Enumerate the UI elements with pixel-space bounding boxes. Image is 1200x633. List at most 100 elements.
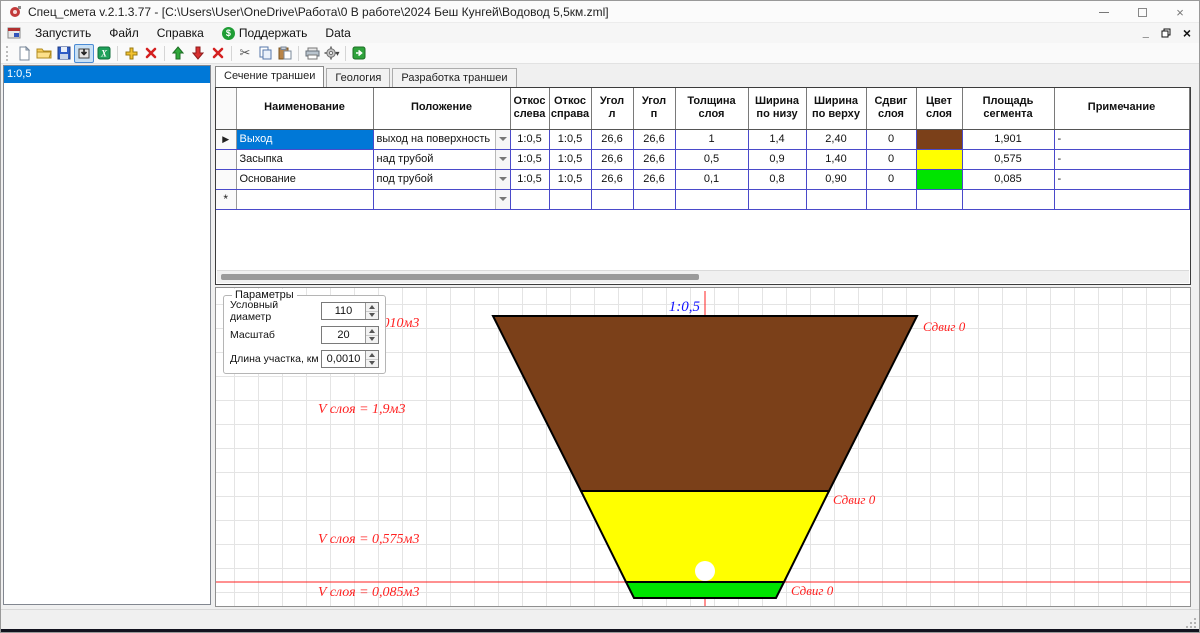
cell-width-bottom[interactable]: 0,8 <box>748 169 806 189</box>
scale-stepper[interactable]: 20 <box>321 326 379 344</box>
cell-width-top[interactable]: 1,40 <box>806 149 866 169</box>
cell-shift[interactable]: 0 <box>866 169 916 189</box>
print-button[interactable] <box>302 44 322 63</box>
cell-thickness[interactable]: 0,5 <box>675 149 748 169</box>
cell-width-top[interactable]: 0,90 <box>806 169 866 189</box>
cell-shift[interactable]: 0 <box>866 129 916 149</box>
cell-slope-right[interactable] <box>549 189 591 209</box>
cell-angle-r[interactable]: 26,6 <box>633 149 675 169</box>
cell-slope-right[interactable]: 1:0,5 <box>549 169 591 189</box>
col-header-thickness[interactable]: Толщина слоя <box>675 88 748 129</box>
scrollbar-thumb[interactable] <box>221 274 699 280</box>
cell-angle-r[interactable]: 26,6 <box>633 169 675 189</box>
move-up-button[interactable] <box>168 44 188 63</box>
cell-angle-l[interactable] <box>591 189 633 209</box>
cell-slope-left[interactable] <box>510 189 549 209</box>
col-header-area[interactable]: Площадь сегмента <box>962 88 1054 129</box>
mdi-close-button[interactable]: × <box>1183 25 1191 41</box>
col-header-position[interactable]: Положение <box>373 88 510 129</box>
cell-area[interactable]: 0,575 <box>962 149 1054 169</box>
col-header-width-bottom[interactable]: Ширина по низу <box>748 88 806 129</box>
cell-slope-right[interactable]: 1:0,5 <box>549 129 591 149</box>
cell-color-swatch[interactable] <box>916 129 962 149</box>
combobox-dropdown-button[interactable] <box>495 190 510 209</box>
tab-section[interactable]: Сечение траншеи <box>215 66 324 87</box>
combobox-dropdown-button[interactable] <box>495 130 510 149</box>
cell-note[interactable]: - <box>1054 129 1189 149</box>
col-header-shift[interactable]: Сдвиг слоя <box>866 88 916 129</box>
col-header-slope-right[interactable]: Откос справа <box>549 88 591 129</box>
resize-grip[interactable] <box>1185 617 1197 629</box>
tab-geology[interactable]: Геология <box>326 68 390 87</box>
cell-slope-left[interactable]: 1:0,5 <box>510 129 549 149</box>
spin-down-button[interactable] <box>366 336 378 344</box>
cell-width-bottom[interactable]: 1,4 <box>748 129 806 149</box>
toolbar-grip[interactable] <box>6 46 11 61</box>
cell-angle-l[interactable]: 26,6 <box>591 169 633 189</box>
menu-help[interactable]: Справка <box>148 24 213 42</box>
combobox-dropdown-button[interactable] <box>495 170 510 189</box>
cell-slope-left[interactable]: 1:0,5 <box>510 169 549 189</box>
length-stepper[interactable]: 0,0010 <box>321 350 379 368</box>
menu-support[interactable]: $ Поддержать <box>213 24 317 42</box>
minimize-button[interactable] <box>1085 1 1123 23</box>
horizontal-scrollbar[interactable] <box>217 270 1189 283</box>
cell-angle-l[interactable]: 26,6 <box>591 129 633 149</box>
cell-position[interactable]: над трубой <box>373 149 510 169</box>
cell-width-bottom[interactable] <box>748 189 806 209</box>
tab-excavation[interactable]: Разработка траншеи <box>392 68 516 87</box>
copy-button[interactable] <box>255 44 275 63</box>
cell-note[interactable]: - <box>1054 149 1189 169</box>
cell-color-swatch[interactable] <box>916 169 962 189</box>
move-down-button[interactable] <box>188 44 208 63</box>
mdi-minimize-button[interactable]: _ <box>1143 27 1149 39</box>
save-button[interactable] <box>54 44 74 63</box>
cell-area[interactable]: 0,085 <box>962 169 1054 189</box>
cell-angle-r[interactable]: 26,6 <box>633 129 675 149</box>
open-button[interactable] <box>34 44 54 63</box>
cell-name[interactable] <box>236 189 373 209</box>
menu-file[interactable]: Файл <box>100 24 148 42</box>
sections-listbox[interactable]: 1:0,5 <box>3 65 211 605</box>
cell-area[interactable]: 1,901 <box>962 129 1054 149</box>
col-header-angle-l[interactable]: Угол л <box>591 88 633 129</box>
cell-position[interactable]: выход на поверхность <box>373 129 510 149</box>
cell-name[interactable]: Выход <box>236 129 373 149</box>
new-document-button[interactable] <box>14 44 34 63</box>
cell-position[interactable] <box>373 189 510 209</box>
col-header-note[interactable]: Примечание <box>1054 88 1189 129</box>
col-header-name[interactable]: Наименование <box>236 88 373 129</box>
combobox-dropdown-button[interactable] <box>495 150 510 169</box>
paste-button[interactable] <box>275 44 295 63</box>
cell-thickness[interactable]: 0,1 <box>675 169 748 189</box>
cell-color-swatch[interactable] <box>916 149 962 169</box>
cell-angle-r[interactable] <box>633 189 675 209</box>
scale-value[interactable]: 20 <box>322 327 365 343</box>
import-db-button[interactable] <box>74 44 94 63</box>
cell-width-bottom[interactable]: 0,9 <box>748 149 806 169</box>
cell-thickness[interactable] <box>675 189 748 209</box>
col-header-angle-r[interactable]: Угол п <box>633 88 675 129</box>
run-button[interactable] <box>349 44 369 63</box>
cell-area[interactable] <box>962 189 1054 209</box>
cell-slope-right[interactable]: 1:0,5 <box>549 149 591 169</box>
cell-note[interactable]: - <box>1054 169 1189 189</box>
cell-angle-l[interactable]: 26,6 <box>591 149 633 169</box>
cell-slope-left[interactable]: 1:0,5 <box>510 149 549 169</box>
cell-name[interactable]: Основание <box>236 169 373 189</box>
cell-note[interactable] <box>1054 189 1189 209</box>
spin-up-button[interactable] <box>366 351 378 360</box>
cell-color-swatch[interactable] <box>916 189 962 209</box>
delete-button[interactable] <box>208 44 228 63</box>
delete-row-button[interactable] <box>141 44 161 63</box>
spin-up-button[interactable] <box>366 327 378 336</box>
settings-button[interactable]: ▾ <box>322 44 342 63</box>
maximize-button[interactable] <box>1123 1 1161 23</box>
excel-export-button[interactable]: X <box>94 44 114 63</box>
col-header-color[interactable]: Цвет слоя <box>916 88 962 129</box>
spin-down-button[interactable] <box>366 312 378 320</box>
col-header-slope-left[interactable]: Откос слева <box>510 88 549 129</box>
cut-button[interactable]: ✂ <box>235 44 255 63</box>
spin-up-button[interactable] <box>366 303 378 312</box>
col-header-width-top[interactable]: Ширина по верху <box>806 88 866 129</box>
